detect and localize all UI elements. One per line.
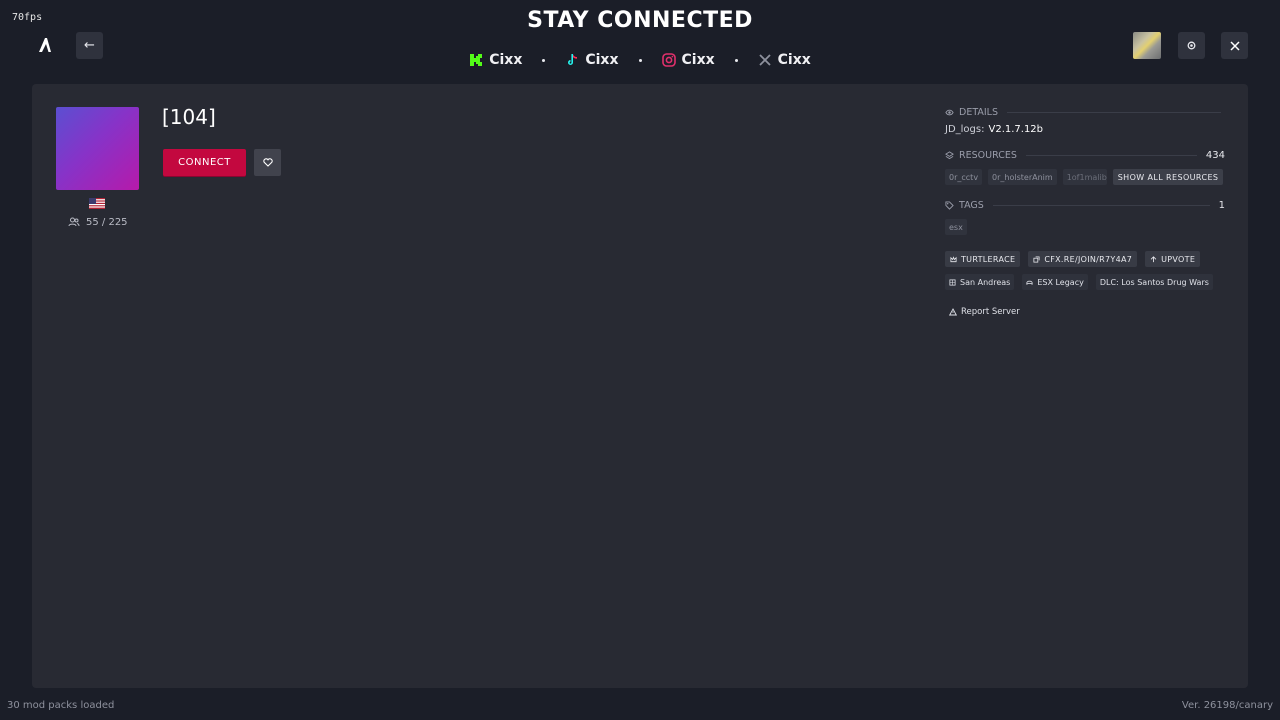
divider — [1007, 111, 1221, 113]
social-tiktok[interactable]: Cixx — [565, 52, 619, 68]
server-sidebar: DETAILS JD_logs: V2.1.7.12b RESOURCES 434… — [945, 106, 1225, 317]
x-icon — [759, 54, 771, 66]
arrow-up-icon — [1150, 255, 1157, 262]
kick-icon — [470, 54, 483, 66]
server-detail-panel: 55 / 225 [104] CONNECT DETAILS JD_logs: V… — [32, 84, 1248, 688]
users-icon — [68, 217, 80, 227]
divider — [1025, 154, 1197, 156]
close-button[interactable] — [1221, 32, 1248, 59]
resources-heading-label: RESOURCES — [959, 149, 1017, 161]
social-x[interactable]: Cixx — [758, 52, 811, 68]
gamepad-icon — [1026, 280, 1033, 285]
server-icon — [56, 107, 139, 190]
show-all-resources-button[interactable]: SHOW ALL RESOURCES — [1112, 169, 1224, 185]
player-count: 55 / 225 — [68, 216, 128, 228]
details-heading: DETAILS — [945, 106, 1225, 118]
layers-icon — [945, 150, 954, 159]
us-flag-icon — [89, 198, 105, 209]
arrow-left-icon: ← — [84, 38, 95, 53]
server-meta: San Andreas ESX Legacy DLC: Los Santos D… — [945, 274, 1225, 290]
heart-icon — [262, 158, 273, 167]
separator-dot — [734, 58, 738, 62]
tiktok-icon — [568, 54, 578, 65]
social-instagram[interactable]: Cixx — [661, 52, 715, 68]
eye-icon — [945, 109, 954, 115]
report-server-label: Report Server — [961, 307, 1020, 317]
resources-heading: RESOURCES 434 — [945, 149, 1225, 161]
warning-icon — [949, 308, 957, 316]
instagram-icon — [661, 53, 676, 67]
upvote-button[interactable]: UPVOTE — [1145, 251, 1201, 267]
gametype-meta-label: ESX Legacy — [1037, 277, 1084, 287]
tags-heading: TAGS 1 — [945, 199, 1225, 211]
owner-badge[interactable]: TURTLERACE — [945, 251, 1021, 267]
map-meta-label: San Andreas — [960, 277, 1011, 287]
mod-packs-status: 30 mod packs loaded — [7, 700, 115, 711]
server-badges: TURTLERACE CFX.RE/JOIN/R7Y4A7 UPVOTE — [945, 251, 1225, 267]
resource-chip[interactable]: 0r_holsterAnim — [988, 169, 1057, 185]
social-x-label: Cixx — [777, 52, 811, 68]
user-avatar[interactable] — [1133, 32, 1161, 59]
server-name: [104] — [162, 105, 216, 129]
settings-button[interactable] — [1178, 32, 1205, 59]
detail-row: JD_logs: V2.1.7.12b — [945, 124, 1225, 135]
resource-list: 0r_cctv 0r_holsterAnim 1of1malib SHOW AL… — [945, 169, 1225, 185]
join-link-badge[interactable]: CFX.RE/JOIN/R7Y4A7 — [1028, 251, 1138, 267]
tags-count: 1 — [1218, 199, 1225, 211]
details-heading-label: DETAILS — [959, 106, 999, 118]
favorite-button[interactable] — [254, 149, 281, 176]
map-meta: San Andreas — [945, 274, 1015, 290]
close-icon — [1229, 40, 1240, 51]
owner-badge-label: TURTLERACE — [961, 254, 1016, 264]
map-icon — [949, 278, 956, 286]
dlc-meta: DLC: Los Santos Drug Wars — [1095, 274, 1213, 290]
connect-button[interactable]: CONNECT — [163, 149, 246, 176]
social-kick-label: Cixx — [489, 52, 523, 68]
resource-chip[interactable]: 0r_cctv — [945, 169, 983, 185]
social-tiktok-label: Cixx — [585, 52, 619, 68]
separator-dot — [542, 58, 546, 62]
detail-value: V2.1.7.12b — [988, 124, 1044, 135]
resource-chip[interactable]: 1of1malib — [1062, 169, 1107, 185]
gear-icon — [1187, 41, 1196, 50]
tag-icon — [945, 200, 954, 210]
gametype-meta: ESX Legacy — [1022, 274, 1088, 290]
resources-count: 434 — [1205, 149, 1225, 161]
tag-chip[interactable]: esx — [945, 219, 967, 235]
social-instagram-label: Cixx — [681, 52, 715, 68]
version-label: Ver. 26198/canary — [1181, 700, 1273, 711]
page-headline: STAY CONNECTED — [527, 8, 753, 33]
report-server-link[interactable]: Report Server — [949, 307, 1225, 317]
divider — [992, 204, 1210, 206]
crown-icon — [950, 255, 957, 262]
link-icon — [1033, 255, 1040, 263]
separator-dot — [638, 58, 642, 62]
join-link-label: CFX.RE/JOIN/R7Y4A7 — [1044, 254, 1133, 264]
tags-heading-label: TAGS — [959, 199, 984, 211]
detail-key: JD_logs: — [945, 124, 985, 135]
upvote-label: UPVOTE — [1161, 254, 1196, 264]
player-count-value: 55 / 225 — [86, 216, 128, 228]
dlc-meta-label: DLC: Los Santos Drug Wars — [1099, 277, 1209, 287]
social-links: Cixx Cixx Cixx Cixx — [0, 52, 1280, 68]
social-kick[interactable]: Cixx — [469, 52, 522, 68]
